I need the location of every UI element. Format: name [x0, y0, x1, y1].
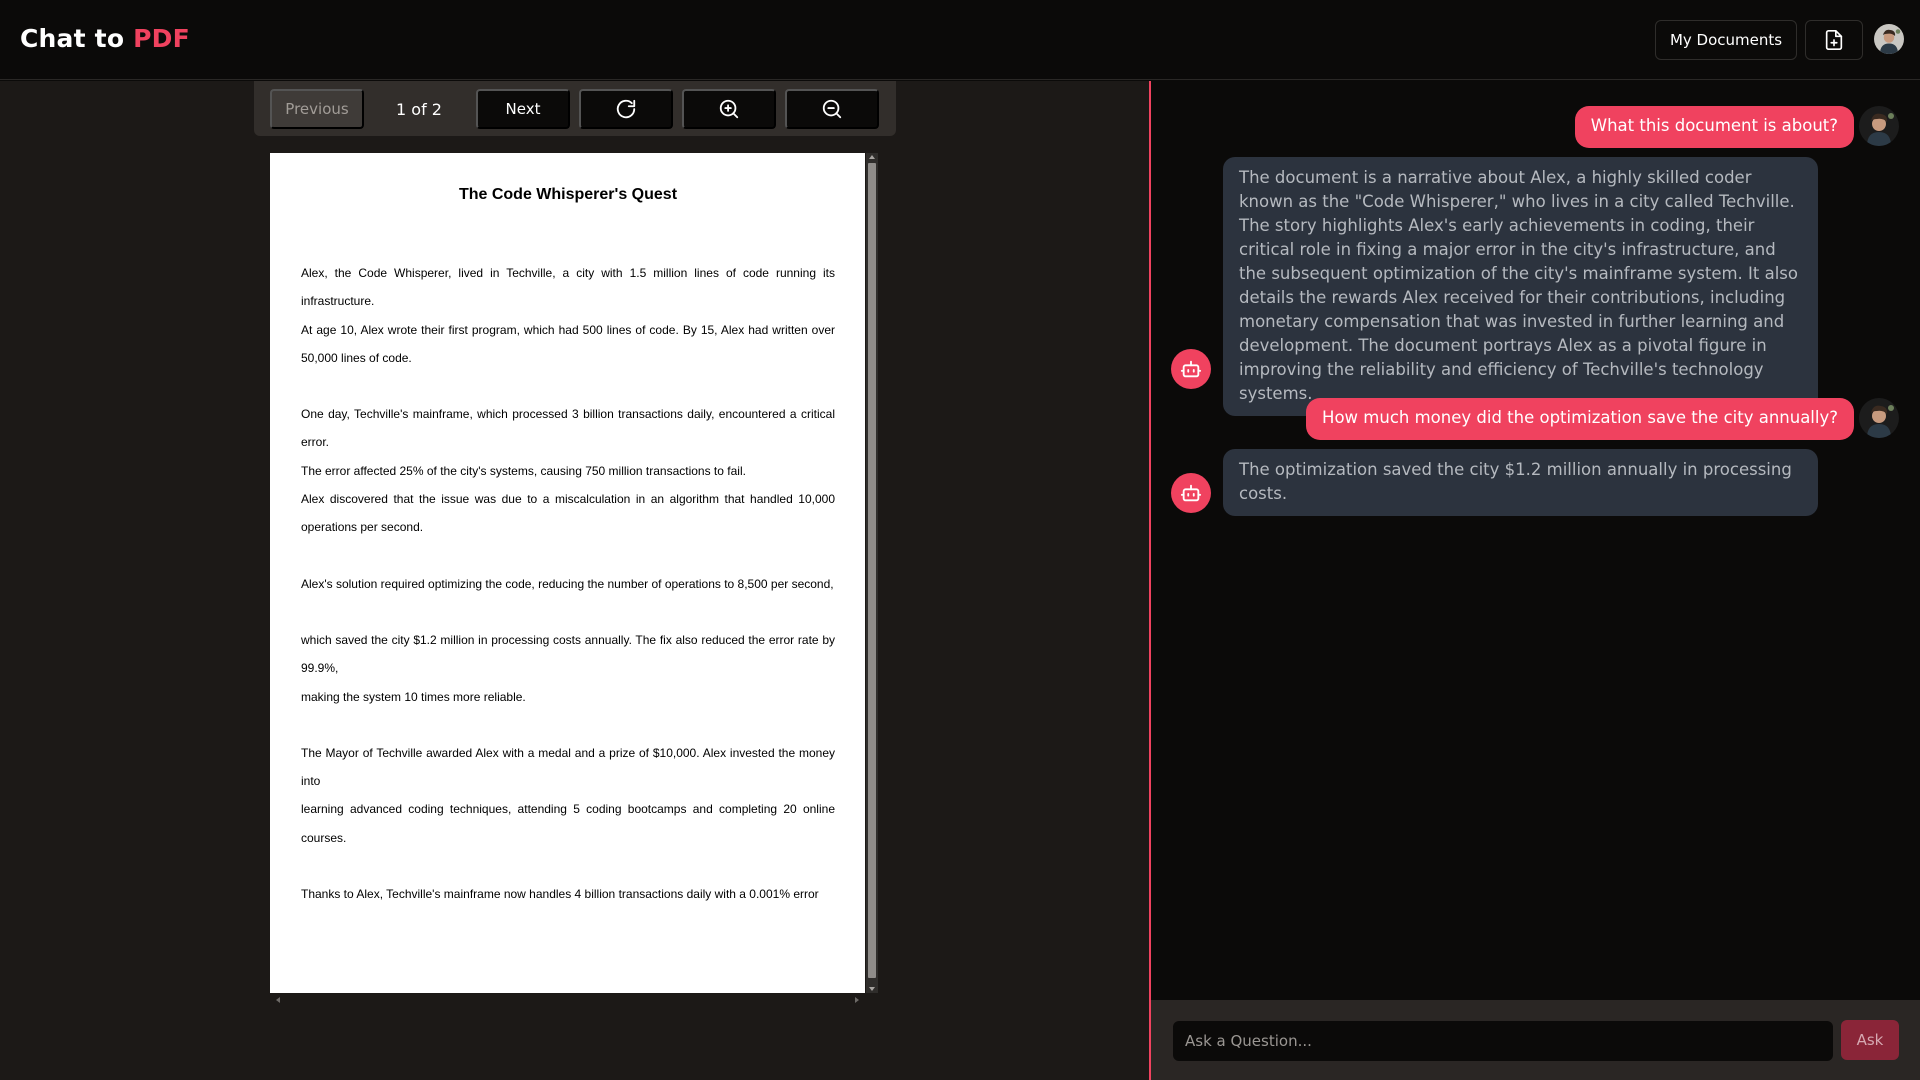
zoom-in-button[interactable] — [682, 89, 776, 129]
document-paragraph: One day, Techville's mainframe, which pr… — [301, 407, 835, 450]
scroll-left-arrow-icon[interactable] — [276, 997, 280, 1003]
scroll-up-arrow-icon[interactable] — [869, 155, 875, 159]
pdf-viewer-pane: Previous 1 of 2 Next The Code Whisperer'… — [0, 81, 1149, 1080]
page-indicator: 1 of 2 — [396, 99, 442, 119]
document-paragraph: At age 10, Alex wrote their first progra… — [301, 322, 835, 365]
zoom-out-icon — [822, 99, 842, 119]
pdf-page: The Code Whisperer's Quest Alex, the Cod… — [270, 153, 865, 993]
document-paragraph: Alex's solution required optimizing the … — [301, 576, 834, 591]
my-documents-button[interactable]: My Documents — [1655, 20, 1797, 60]
refresh-icon — [616, 99, 636, 119]
document-paragraph: The error affected 25% of the city's sys… — [301, 463, 746, 478]
document-paragraph: making the system 10 times more reliable… — [301, 689, 526, 704]
avatar-image-icon — [1859, 106, 1899, 146]
scroll-down-arrow-icon[interactable] — [869, 987, 875, 991]
user-message-avatar — [1859, 398, 1899, 438]
zoom-out-button[interactable] — [785, 89, 879, 129]
document-paragraph: Alex discovered that the issue was due t… — [301, 492, 835, 535]
chat-input-bar: Ask — [1151, 1000, 1920, 1080]
pdf-toolbar: Previous 1 of 2 Next — [254, 81, 896, 136]
reload-button[interactable] — [579, 89, 673, 129]
document-paragraph: The Mayor of Techville awarded Alex with… — [301, 745, 835, 789]
robot-icon — [1180, 484, 1202, 502]
robot-icon — [1180, 360, 1202, 378]
document-title: The Code Whisperer's Quest — [458, 186, 678, 203]
upload-document-button[interactable] — [1805, 20, 1863, 60]
pdf-horizontal-scrollbar[interactable] — [270, 995, 865, 1005]
bot-message: The optimization saved the city $1.2 mil… — [1223, 449, 1818, 516]
zoom-in-icon — [719, 99, 739, 119]
user-message-avatar — [1859, 106, 1899, 146]
app-header: Chat to PDF My Documents — [0, 0, 1920, 80]
user-avatar[interactable] — [1874, 24, 1904, 54]
document-paragraph: learning advanced coding techniques, att… — [301, 802, 835, 845]
bot-avatar — [1171, 473, 1211, 513]
scrollbar-thumb[interactable] — [868, 163, 876, 978]
brand-main: Chat to — [20, 24, 125, 53]
avatar-image-icon — [1859, 398, 1899, 438]
chat-pane: What this document is about? The documen… — [1151, 81, 1920, 1080]
document-paragraph: Alex, the Code Whisperer, lived in Techv… — [301, 266, 835, 309]
avatar-image-icon — [1874, 24, 1904, 54]
bot-message: The document is a narrative about Alex, … — [1223, 157, 1818, 416]
brand-accent: PDF — [133, 24, 190, 53]
app-brand: Chat to PDF — [20, 24, 190, 53]
question-input[interactable] — [1173, 1021, 1833, 1061]
user-message: What this document is about? — [1574, 106, 1854, 148]
scroll-right-arrow-icon[interactable] — [855, 997, 859, 1003]
ask-button[interactable]: Ask — [1841, 1020, 1899, 1060]
user-message: How much money did the optimization save… — [1306, 398, 1854, 440]
bot-avatar — [1171, 349, 1211, 389]
previous-page-button[interactable]: Previous — [270, 89, 364, 129]
next-page-button[interactable]: Next — [476, 89, 570, 129]
pdf-vertical-scrollbar[interactable] — [866, 153, 878, 993]
document-paragraph: which saved the city $1.2 million in pro… — [301, 632, 835, 676]
file-plus-icon — [1825, 30, 1843, 50]
document-paragraph: Thanks to Alex, Techville's mainframe no… — [301, 887, 819, 902]
